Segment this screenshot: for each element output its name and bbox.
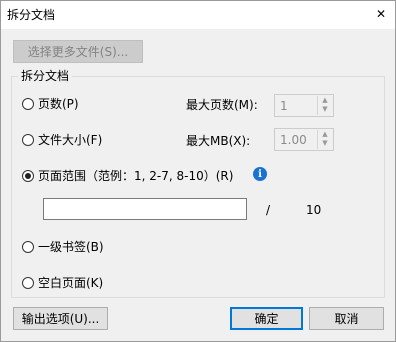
ok-button[interactable]: 确定	[230, 307, 303, 330]
max-mb-stepper[interactable]: 1.00 ▲ ▼	[274, 128, 334, 151]
radio-by-blank-page-label: 空白页面(K)	[38, 276, 104, 290]
radio-circle	[22, 240, 34, 253]
max-mb-label: 最大MB(X):	[186, 134, 251, 148]
radio-by-size-label: 文件大小(F)	[38, 133, 103, 147]
split-document-dialog: 拆分文档 ✕ 选择更多文件(S)... 拆分文档 页数(P) 最大页数(M): …	[0, 0, 396, 342]
radio-circle	[22, 169, 34, 182]
max-pages-stepper[interactable]: 1 ▲ ▼	[274, 94, 334, 117]
close-icon[interactable]: ✕	[369, 3, 393, 25]
max-mb-value: 1.00	[280, 133, 307, 147]
radio-by-pages[interactable]: 页数(P)	[22, 95, 79, 112]
select-more-files-button[interactable]: 选择更多文件(S)...	[13, 40, 143, 63]
radio-selected-dot	[25, 172, 31, 179]
max-pages-value: 1	[280, 99, 288, 113]
total-pages: 10	[306, 203, 322, 217]
range-slash: /	[266, 203, 271, 217]
spin-down-icon[interactable]: ▼	[318, 139, 332, 148]
radio-by-blank-page[interactable]: 空白页面(K)	[22, 274, 103, 291]
spin-up-icon[interactable]: ▲	[318, 130, 332, 139]
radio-circle	[22, 97, 34, 110]
title-bar: 拆分文档 ✕	[1, 1, 395, 29]
radio-by-bookmark-label: 一级书签(B)	[38, 240, 104, 254]
page-range-input[interactable]	[43, 198, 247, 220]
output-options-button[interactable]: 输出选项(U)...	[13, 307, 108, 330]
radio-by-range[interactable]: 页面范围（范例：1, 2-7, 8-10）(R)	[22, 167, 233, 184]
max-pages-label: 最大页数(M):	[186, 98, 258, 112]
stepper-arrows[interactable]: ▲ ▼	[317, 96, 332, 115]
info-icon[interactable]: i	[253, 167, 267, 181]
spin-up-icon[interactable]: ▲	[318, 96, 332, 105]
cancel-button[interactable]: 取消	[309, 307, 384, 330]
radio-by-bookmark[interactable]: 一级书签(B)	[22, 238, 104, 255]
radio-by-size[interactable]: 文件大小(F)	[22, 131, 102, 148]
radio-by-pages-label: 页数(P)	[38, 97, 79, 111]
radio-circle	[22, 276, 34, 289]
stepper-arrows[interactable]: ▲ ▼	[317, 130, 332, 149]
radio-circle	[22, 133, 34, 146]
dialog-title: 拆分文档	[7, 8, 56, 22]
group-legend: 拆分文档	[18, 67, 73, 84]
spin-down-icon[interactable]: ▼	[318, 105, 332, 114]
radio-by-range-label: 页面范围（范例：1, 2-7, 8-10）(R)	[38, 169, 234, 183]
